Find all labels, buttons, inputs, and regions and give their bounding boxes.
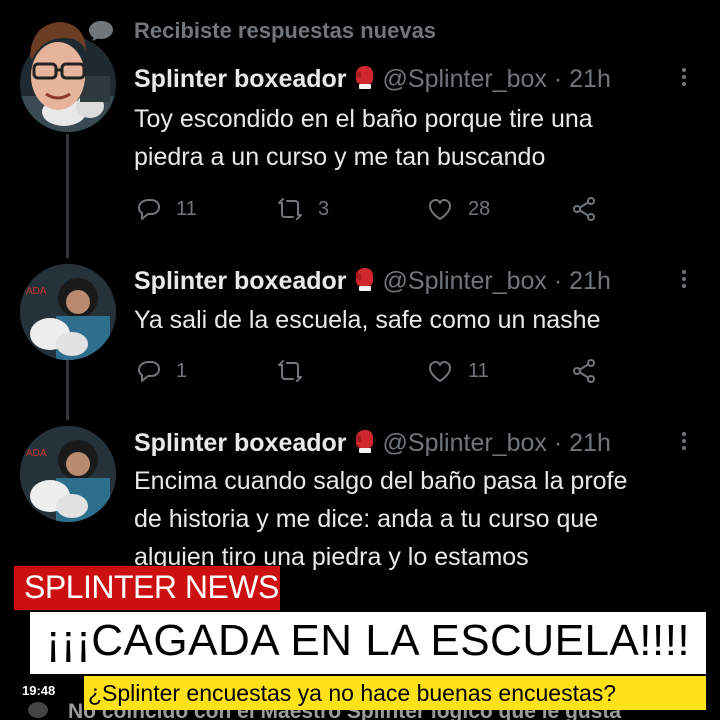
reply-count: 11 xyxy=(176,197,197,220)
share-icon xyxy=(573,197,595,221)
reply-count: 1 xyxy=(176,359,188,382)
face-sticker xyxy=(20,16,94,112)
tweet-line: Encima cuando salgo del baño pasa la pro… xyxy=(134,467,628,495)
author-name[interactable]: Splinter boxeador xyxy=(134,429,347,457)
boxing-glove-icon xyxy=(355,268,373,291)
author-name[interactable]: Splinter boxeador xyxy=(134,267,347,295)
like-button[interactable]: 11 xyxy=(426,356,489,386)
tweet-line: de historia y me dice: anda a tu curso q… xyxy=(134,505,599,533)
bottom-bar: 19:48 ¿Splinter encuestas ya no hace bue… xyxy=(0,676,720,720)
tweet-line: piedra a un curso y me tan buscando xyxy=(134,143,546,171)
tweet-text: Toy escondido en el baño porque tire una… xyxy=(134,100,704,176)
like-count: 11 xyxy=(468,359,489,382)
author-handle[interactable]: @Splinter_box xyxy=(383,429,547,457)
boxing-glove-icon xyxy=(355,430,373,453)
more-options-icon[interactable] xyxy=(678,268,690,294)
avatar[interactable]: ADA xyxy=(20,426,116,522)
share-button[interactable] xyxy=(570,194,598,224)
boxing-glove-icon xyxy=(355,66,373,89)
author-name[interactable]: Splinter boxeador xyxy=(134,65,347,93)
tweet-line: Toy escondido en el baño porque tire una xyxy=(134,105,593,133)
reply-button[interactable]: 11 xyxy=(134,194,197,224)
headline-bar: ¡¡¡CAGADA EN LA ESCUELA!!!! xyxy=(30,612,706,674)
avatar[interactable]: ADA xyxy=(20,264,116,360)
reply-icon xyxy=(138,199,160,220)
share-icon xyxy=(573,359,595,383)
thread-connector xyxy=(66,134,69,258)
tweet-actions: 1 11 xyxy=(134,356,614,386)
tweet-actions: 11 3 28 xyxy=(134,194,614,224)
svg-text:ADA: ADA xyxy=(26,448,47,459)
retweet-icon xyxy=(278,198,302,220)
ticker-text: ¿Splinter encuestas ya no hace buenas en… xyxy=(88,680,617,706)
heart-icon xyxy=(429,361,451,382)
tweet-text: Encima cuando salgo del baño pasa la pro… xyxy=(134,462,704,576)
tweet-time: · 21h xyxy=(553,65,611,93)
tweet-header: Splinter boxeador @Splinter_box · 21h xyxy=(134,62,611,96)
author-handle[interactable]: @Splinter_box xyxy=(383,65,547,93)
like-button[interactable]: 28 xyxy=(426,194,490,224)
more-options-icon[interactable] xyxy=(678,66,690,92)
tweet-line: Ya sali de la escuela, safe como un nash… xyxy=(134,306,601,334)
share-button[interactable] xyxy=(570,356,598,386)
heart-icon xyxy=(429,199,451,220)
reply-icon xyxy=(138,361,160,382)
author-handle[interactable]: @Splinter_box xyxy=(383,267,547,295)
retweet-icon xyxy=(278,360,302,382)
retweet-count: 3 xyxy=(318,197,330,220)
news-label: SPLINTER NEWS xyxy=(24,569,279,605)
tweet-header: Splinter boxeador @Splinter_box · 21h xyxy=(134,264,611,298)
tweet-header: Splinter boxeador @Splinter_box · 21h xyxy=(134,426,611,460)
tweet-text: Ya sali de la escuela, safe como un nash… xyxy=(134,301,704,339)
tweet-time: · 21h xyxy=(553,267,611,295)
news-banner: SPLINTER NEWS xyxy=(14,566,280,610)
more-options-icon[interactable] xyxy=(678,430,690,456)
reply-button[interactable]: 1 xyxy=(134,356,187,386)
ticker: ¿Splinter encuestas ya no hace buenas en… xyxy=(84,676,706,710)
svg-text:ADA: ADA xyxy=(26,286,47,297)
retweet-button[interactable] xyxy=(276,356,304,386)
notification-text: Recibiste respuestas nuevas xyxy=(134,18,437,43)
retweet-button[interactable]: 3 xyxy=(276,194,329,224)
tweet-time: · 21h xyxy=(553,429,611,457)
clock: 19:48 xyxy=(22,683,56,698)
like-count: 28 xyxy=(468,197,491,220)
headline-text: ¡¡¡CAGADA EN LA ESCUELA!!!! xyxy=(45,616,691,665)
